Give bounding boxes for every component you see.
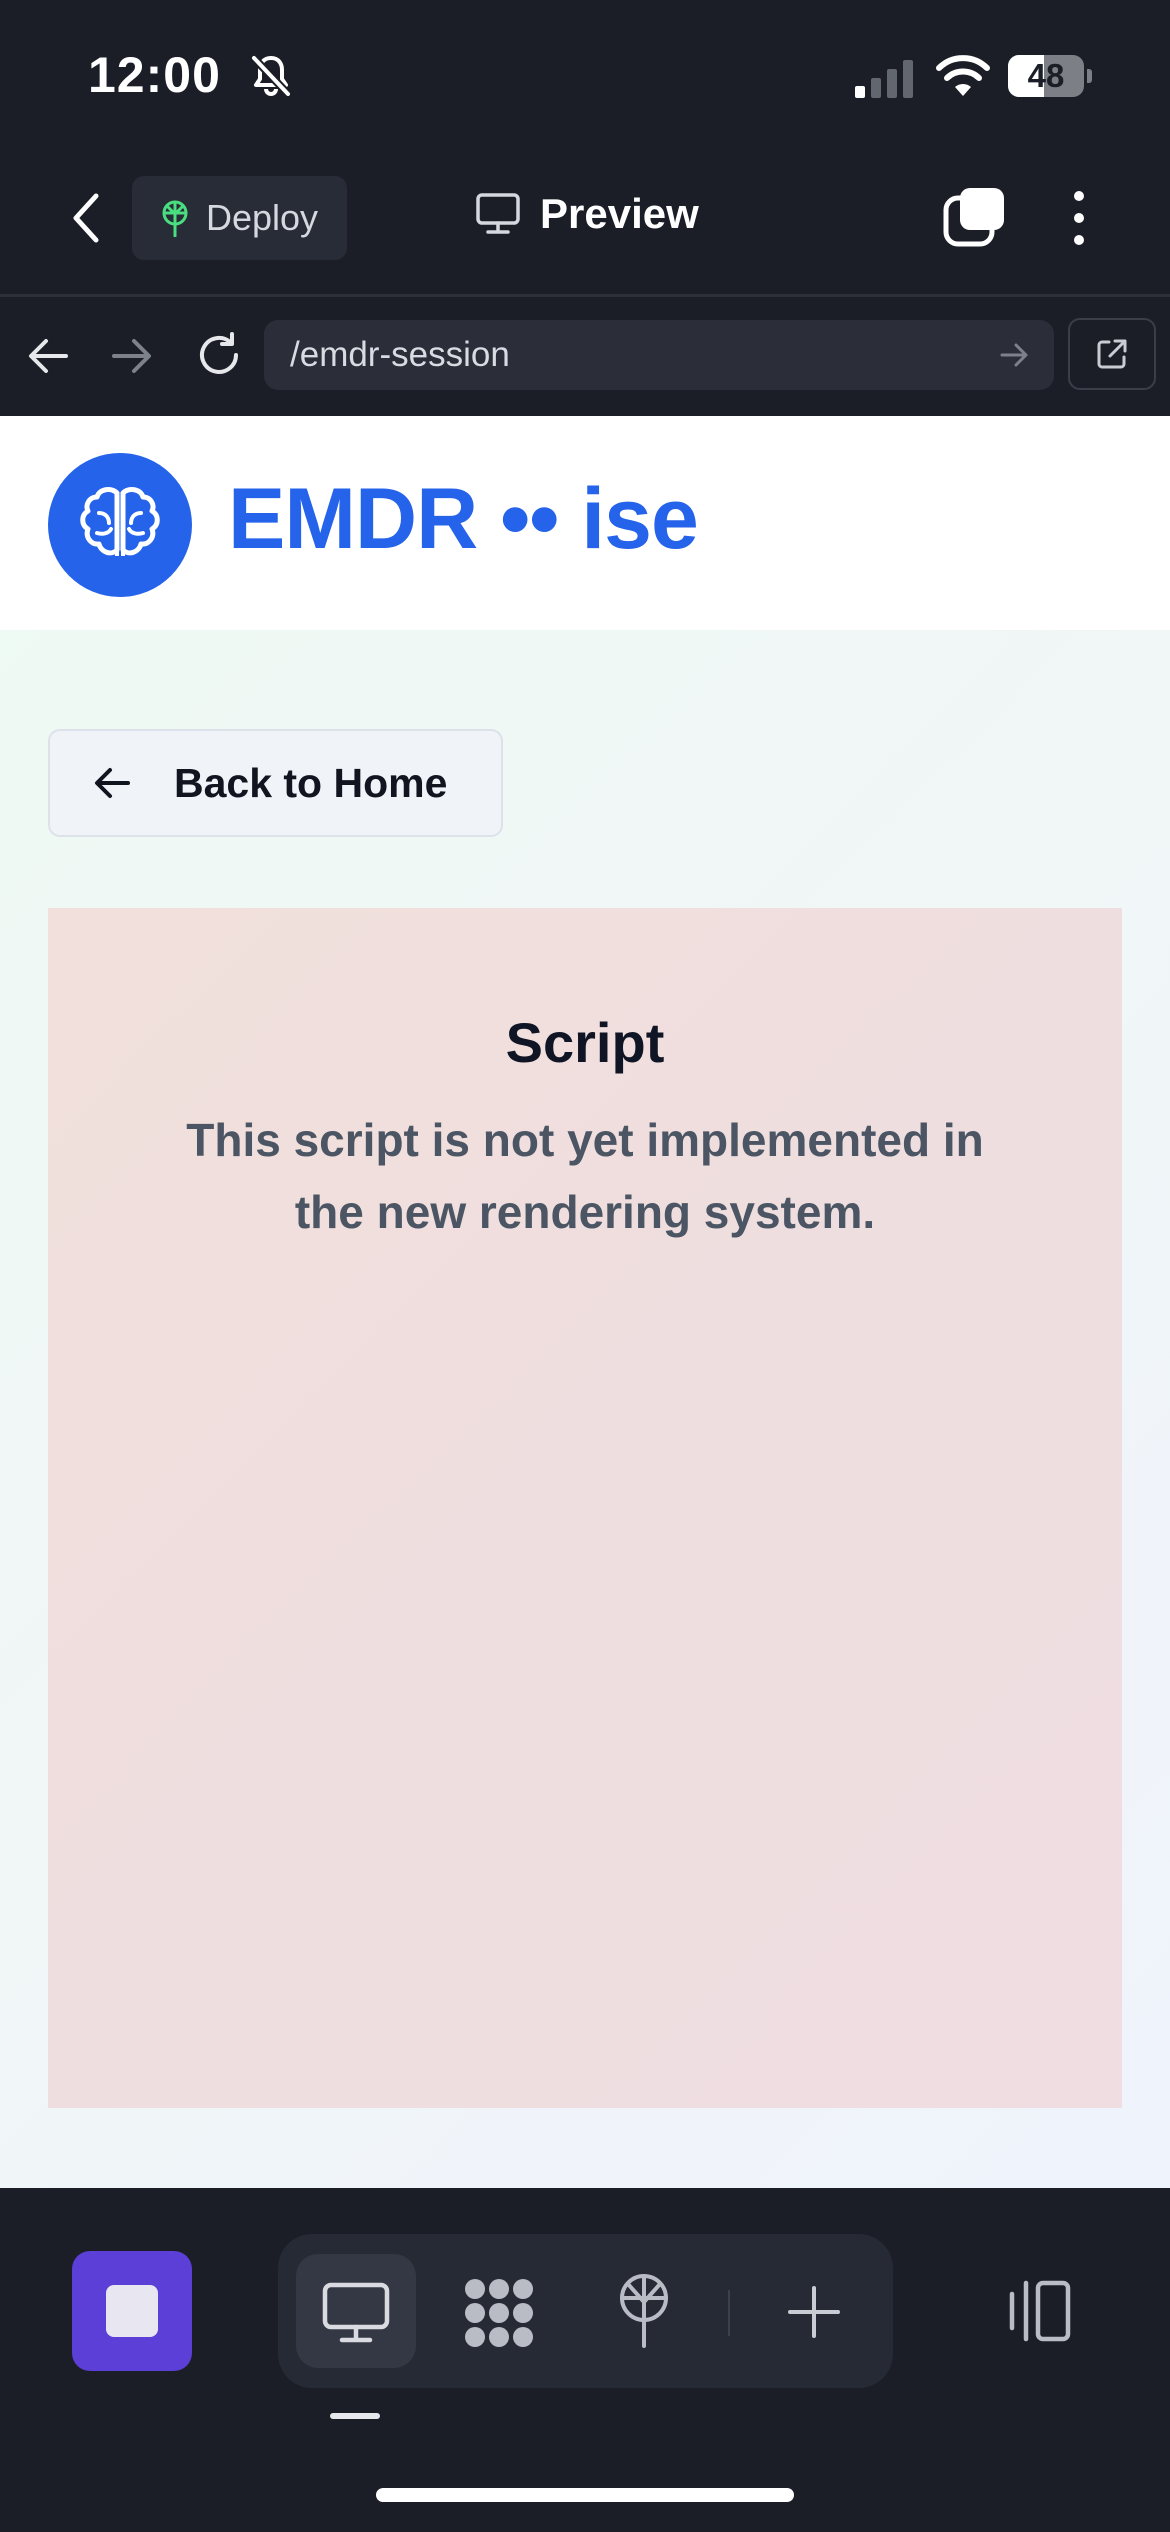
- deploy-label: Deploy: [206, 197, 319, 238]
- stop-button[interactable]: [72, 2251, 192, 2371]
- deploy-button[interactable]: Deploy: [132, 176, 347, 260]
- web-preview: EMDR •• ise Back to Home Script This scr…: [0, 416, 1170, 2188]
- preview-tab[interactable]: Preview: [476, 190, 699, 238]
- arrow-left-icon[interactable]: [26, 336, 70, 376]
- preview-label: Preview: [540, 190, 699, 237]
- plus-icon[interactable]: [786, 2284, 842, 2340]
- wifi-icon: [936, 55, 990, 96]
- toolbar-divider: [0, 294, 1170, 297]
- battery-level: 48: [1027, 57, 1065, 94]
- cellular-signal-icon: [855, 60, 913, 98]
- url-input[interactable]: /emdr-session: [264, 320, 1054, 390]
- reload-icon[interactable]: [194, 330, 244, 380]
- battery-icon: 48: [1008, 55, 1092, 97]
- script-card: Script This script is not yet implemente…: [48, 908, 1122, 2108]
- card-title: Script: [505, 1011, 665, 1074]
- back-to-home-label: Back to Home: [174, 759, 448, 806]
- deploy-tree-icon: [162, 200, 188, 237]
- site-logo[interactable]: [48, 453, 192, 597]
- brain-icon: [80, 487, 160, 556]
- app-screen: 12:00 48 Deploy Preview /emdr-session EM…: [0, 0, 1170, 2532]
- monitor-icon: [476, 193, 520, 234]
- open-external-button[interactable]: [1068, 318, 1156, 390]
- monitor-icon[interactable]: [322, 2282, 390, 2344]
- more-vertical-icon[interactable]: [1066, 188, 1092, 248]
- site-title[interactable]: EMDR •• ise: [228, 470, 699, 569]
- deploy-tree-icon[interactable]: [614, 2272, 674, 2348]
- home-indicator[interactable]: [376, 2488, 794, 2502]
- site-header: EMDR •• ise: [0, 416, 1170, 630]
- status-time: 12:00: [88, 47, 221, 103]
- panels-icon[interactable]: [1002, 2280, 1072, 2342]
- arrow-right-icon[interactable]: [110, 336, 154, 376]
- arrow-left-icon: [95, 768, 130, 798]
- go-arrow-icon[interactable]: [998, 338, 1032, 372]
- active-tool-indicator: [330, 2413, 380, 2419]
- external-link-icon: [1097, 339, 1127, 369]
- dots-grid-icon[interactable]: [462, 2276, 536, 2350]
- chevron-left-icon[interactable]: [66, 190, 106, 246]
- url-text: /emdr-session: [290, 335, 510, 374]
- stop-icon: [106, 2285, 158, 2337]
- bell-slash-icon: [251, 55, 291, 97]
- card-message: This script is not yet implemented in th…: [186, 1114, 984, 1238]
- tabs-icon[interactable]: [942, 186, 1006, 248]
- back-to-home-button[interactable]: Back to Home: [48, 729, 503, 837]
- toolbar-separator: [728, 2290, 730, 2336]
